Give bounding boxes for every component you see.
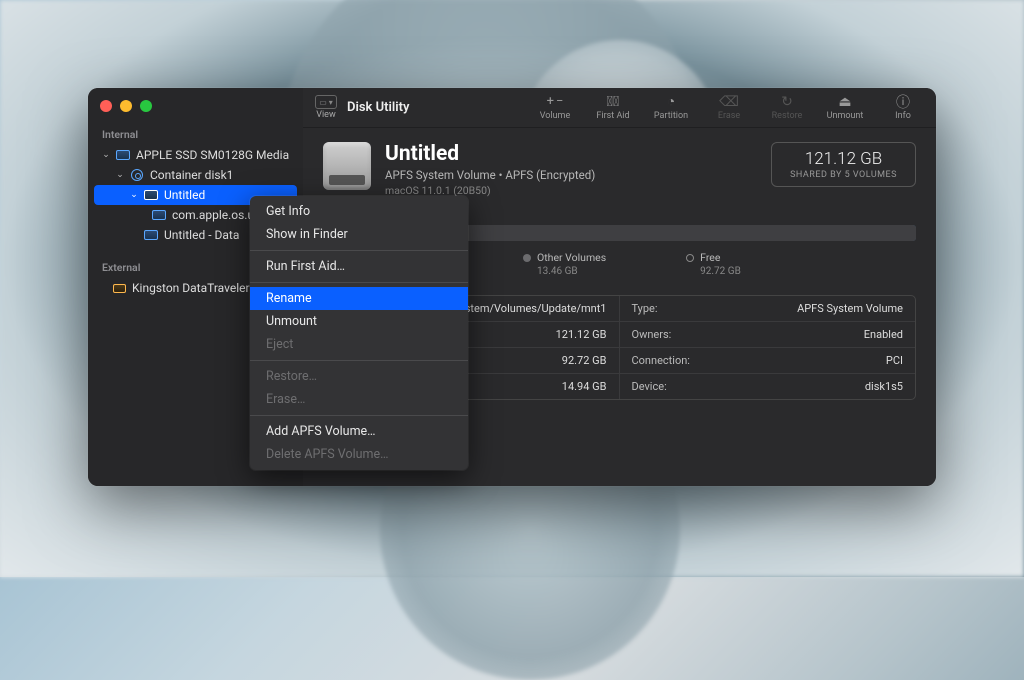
minimize-button[interactable]	[120, 100, 132, 112]
menu-item-eject: Eject	[250, 333, 468, 356]
toolbar-label: Partition	[654, 111, 688, 121]
sidebar-heading-internal: Internal	[88, 122, 303, 145]
disk-image-icon	[323, 142, 371, 190]
volume-icon	[144, 188, 158, 202]
app-title: Disk Utility	[347, 100, 409, 115]
sidebar-item-label: Untitled - Data	[164, 228, 239, 242]
detail-row-owners: Owners: Enabled	[620, 322, 916, 348]
sidebar-item-internal-disk[interactable]: ⌄ APPLE SSD SM0128G Media	[88, 145, 303, 165]
volume-icon	[144, 228, 158, 242]
legend-label: Other Volumes	[537, 251, 606, 264]
chevron-down-icon: ⌄	[130, 191, 138, 199]
menu-separator	[250, 250, 468, 251]
close-button[interactable]	[100, 100, 112, 112]
disk-icon	[116, 148, 130, 162]
sidebar-item-label: Container disk1	[150, 168, 233, 182]
legend-dot-icon	[523, 254, 531, 262]
sidebar-layout-icon: ▭ ▾	[315, 95, 337, 109]
legend-free: Free 92.72 GB	[686, 251, 741, 277]
detail-value: APFS System Volume	[797, 302, 903, 315]
restore-button: ↻ Restore	[766, 94, 808, 121]
detail-label: Owners:	[632, 328, 672, 341]
legend-dot-icon	[686, 254, 694, 262]
toolbar-label: Volume	[540, 111, 570, 121]
partition-button[interactable]: ◔ Partition	[650, 94, 692, 121]
toolbar: ▭ ▾ View Disk Utility +− Volume ✚⃝ First…	[303, 88, 936, 128]
pie-icon: ◔	[667, 94, 675, 109]
info-icon: ⓘ	[896, 94, 910, 109]
legend-value: 13.46 GB	[523, 266, 578, 277]
detail-value: 121.12 GB	[556, 328, 607, 341]
volume-subtitle: APFS System Volume • APFS (Encrypted)	[385, 168, 757, 182]
detail-value: Enabled	[864, 328, 903, 341]
detail-value: disk1s5	[865, 380, 903, 393]
container-icon	[130, 168, 144, 182]
menu-separator	[250, 360, 468, 361]
disk-utility-window: Internal ⌄ APPLE SSD SM0128G Media ⌄ Con…	[88, 88, 936, 486]
detail-label: Device:	[632, 380, 667, 393]
chevron-down-icon: ⌄	[102, 151, 110, 159]
legend-value: 92.72 GB	[686, 266, 741, 277]
detail-row-connection: Connection: PCI	[620, 348, 916, 374]
eject-icon: ⏏	[838, 94, 851, 109]
legend-label: Free	[700, 251, 720, 264]
menu-item-delete-apfs-volume: Delete APFS Volume…	[250, 443, 468, 466]
volume-add-remove-button[interactable]: +− Volume	[534, 94, 576, 121]
capacity-value: 121.12 GB	[790, 149, 897, 169]
context-menu: Get Info Show in Finder Run First Aid… R…	[250, 196, 468, 470]
legend-other-volumes: Other Volumes 13.46 GB	[523, 251, 606, 277]
sidebar-item-label: Untitled	[164, 188, 205, 202]
chevron-down-icon: ⌄	[116, 171, 124, 179]
volume-title: Untitled	[385, 142, 757, 166]
plus-minus-icon: +−	[547, 94, 564, 109]
detail-value: 14.94 GB	[562, 380, 607, 393]
stethoscope-icon: ✚⃝	[607, 94, 619, 109]
volume-icon	[152, 208, 166, 222]
external-disk-icon	[112, 281, 126, 295]
detail-row-device: Device: disk1s5	[620, 374, 916, 399]
toolbar-label: Restore	[772, 111, 803, 121]
detail-value: PCI	[886, 354, 903, 367]
maximize-button[interactable]	[140, 100, 152, 112]
window-controls	[88, 96, 303, 122]
detail-value: 92.72 GB	[562, 354, 607, 367]
capacity-shared-label: SHARED BY 5 VOLUMES	[790, 170, 897, 180]
toolbar-label: First Aid	[596, 111, 629, 121]
erase-button: ⌫ Erase	[708, 94, 750, 121]
toolbar-label: Erase	[718, 111, 740, 121]
first-aid-button[interactable]: ✚⃝ First Aid	[592, 94, 634, 121]
detail-value: /System/Volumes/Update/mnt1	[448, 302, 606, 315]
view-switcher[interactable]: ▭ ▾ View	[315, 95, 337, 120]
toolbar-label: View	[316, 110, 335, 120]
menu-item-unmount[interactable]: Unmount	[250, 310, 468, 333]
detail-label: Type:	[632, 302, 658, 315]
usage-segment-free	[455, 225, 916, 241]
menu-item-add-apfs-volume[interactable]: Add APFS Volume…	[250, 420, 468, 443]
menu-item-show-in-finder[interactable]: Show in Finder	[250, 223, 468, 246]
menu-separator	[250, 282, 468, 283]
menu-separator	[250, 415, 468, 416]
menu-item-get-info[interactable]: Get Info	[250, 200, 468, 223]
sidebar-item-label: Kingston DataTraveler 3…	[132, 281, 267, 295]
erase-icon: ⌫	[719, 94, 739, 109]
unmount-button[interactable]: ⏏ Unmount	[824, 94, 866, 121]
detail-label: Connection:	[632, 354, 690, 367]
toolbar-label: Unmount	[827, 111, 864, 121]
detail-row-type: Type: APFS System Volume	[620, 296, 916, 322]
sidebar-item-label: APPLE SSD SM0128G Media	[136, 148, 289, 162]
menu-item-run-first-aid[interactable]: Run First Aid…	[250, 255, 468, 278]
sidebar-item-container[interactable]: ⌄ Container disk1	[88, 165, 303, 185]
capacity-box: 121.12 GB SHARED BY 5 VOLUMES	[771, 142, 916, 187]
menu-item-rename[interactable]: Rename	[250, 287, 468, 310]
toolbar-label: Info	[895, 111, 911, 121]
info-button[interactable]: ⓘ Info	[882, 94, 924, 121]
restore-icon: ↻	[781, 94, 793, 109]
menu-item-restore: Restore…	[250, 365, 468, 388]
menu-item-erase: Erase…	[250, 388, 468, 411]
